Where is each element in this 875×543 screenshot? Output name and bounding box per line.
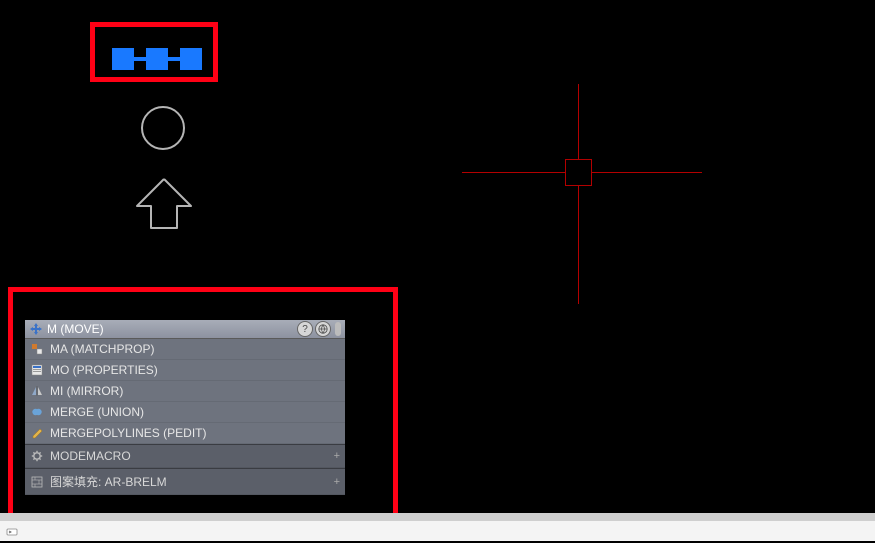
- crosshair-cursor: [462, 84, 702, 304]
- command-prompt-icon: [6, 525, 18, 537]
- status-divider: [0, 513, 875, 521]
- crosshair-vertical: [578, 84, 579, 304]
- highlight-autocomplete: [8, 287, 398, 539]
- crosshair-pickbox: [565, 159, 592, 186]
- drawing-canvas[interactable]: M (MOVE) ? MA (MATCHPROP) MO (PROPERTIES…: [0, 0, 875, 541]
- grip-square[interactable]: [180, 48, 202, 70]
- grip-square[interactable]: [112, 48, 134, 70]
- grip-connector: [168, 57, 180, 61]
- arrow-polyline-object[interactable]: [129, 174, 199, 249]
- command-bar[interactable]: [0, 521, 875, 541]
- grip-handles[interactable]: [112, 48, 202, 70]
- grip-connector: [134, 57, 146, 61]
- grip-square[interactable]: [146, 48, 168, 70]
- circle-object[interactable]: [141, 106, 185, 150]
